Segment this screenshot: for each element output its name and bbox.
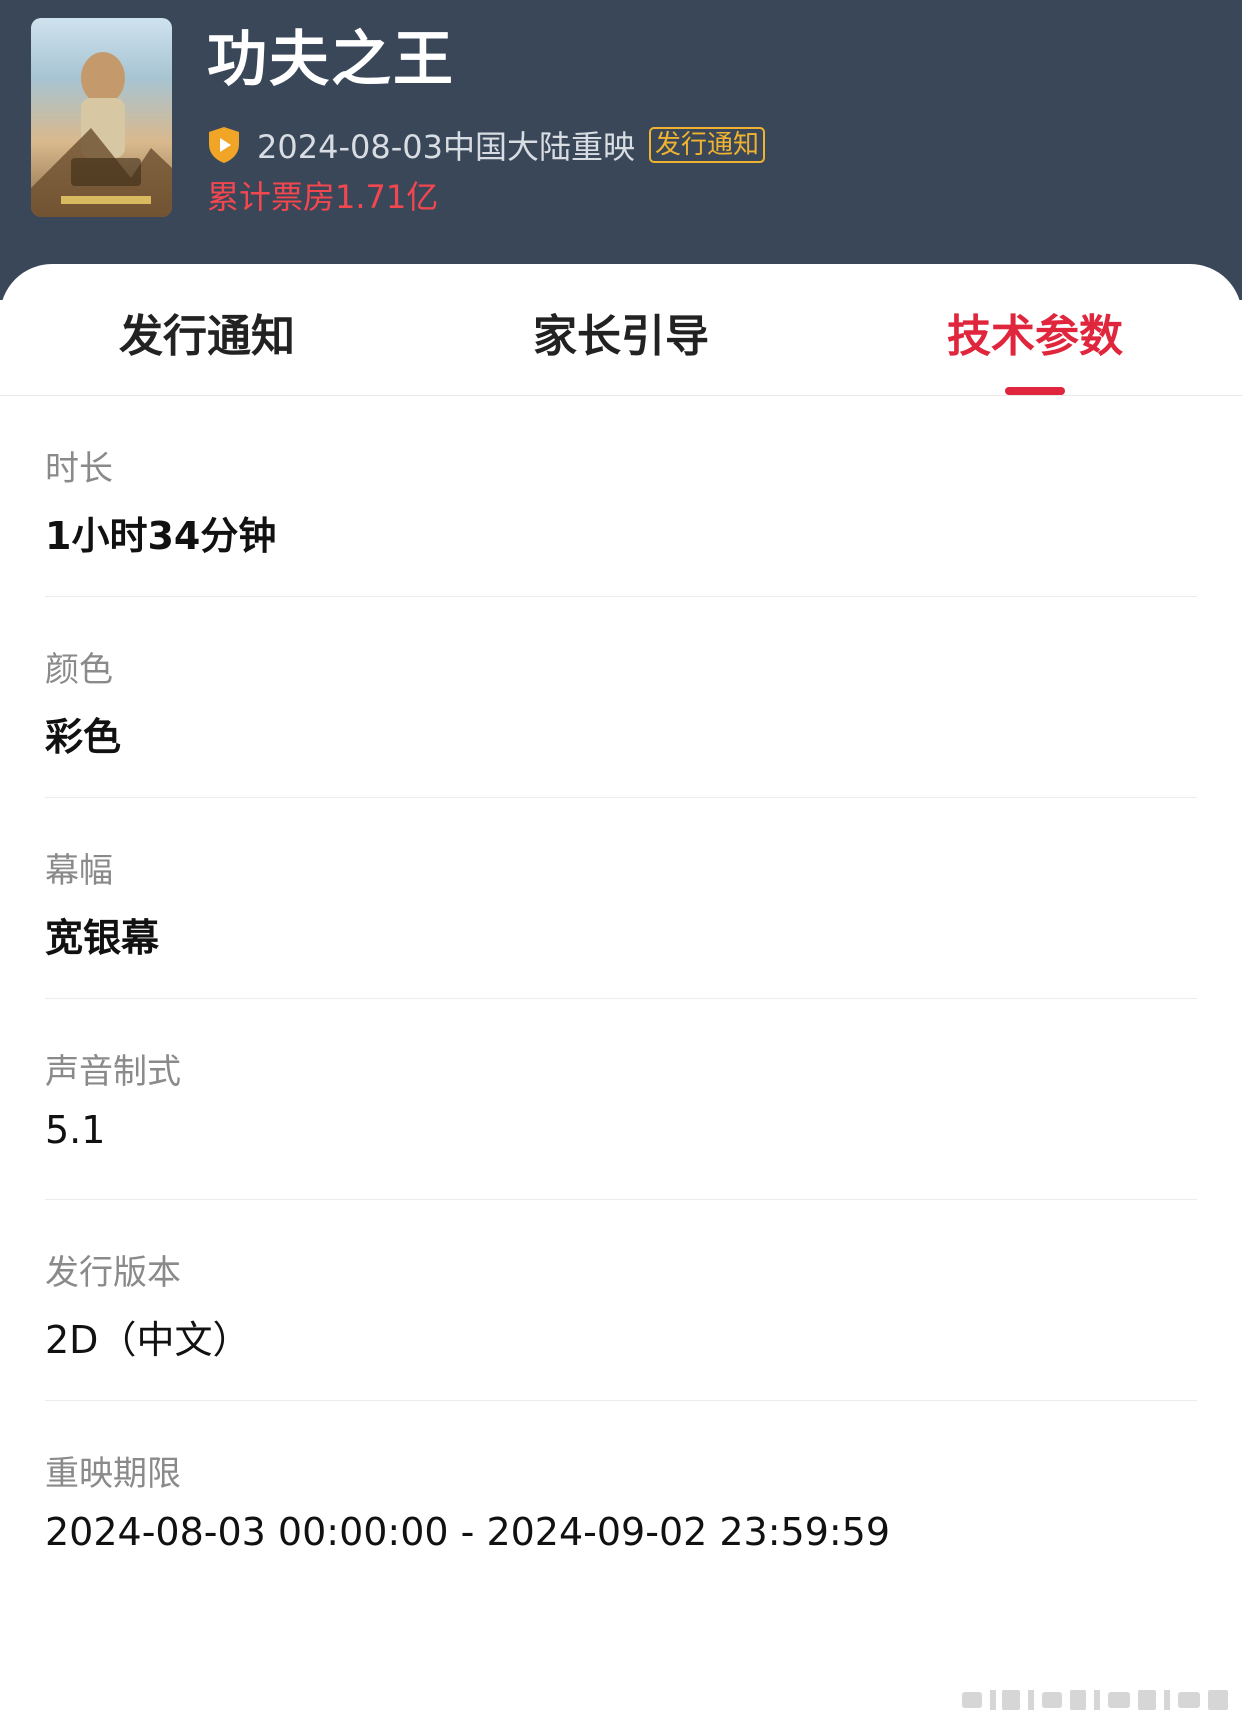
watermark-logo <box>962 1690 1228 1710</box>
shield-icon <box>209 127 239 163</box>
param-label: 时长 <box>45 449 113 489</box>
param-label: 发行版本 <box>45 1253 181 1293</box>
movie-title: 功夫之王 <box>207 25 455 95</box>
release-info: 2024-08-03中国大陆重映 <box>257 128 635 166</box>
release-notice-tag[interactable]: 发行通知 <box>648 127 765 163</box>
param-value: 彩色 <box>45 715 122 759</box>
param-duration: 时长 1小时34分钟 <box>45 395 1197 597</box>
active-tab-indicator <box>1005 387 1065 395</box>
tab-technical-params[interactable]: 技术参数 <box>885 300 1185 364</box>
param-value: 2024-08-03 00:00:00 - 2024-09-02 23:59:5… <box>45 1510 891 1554</box>
param-label: 声音制式 <box>45 1052 181 1092</box>
box-office-total: 累计票房1.71亿 <box>207 178 439 216</box>
content-card: 发行通知 家长引导 技术参数 时长 1小时34分钟 颜色 彩色 幕幅 宽银幕 声… <box>0 264 1242 1720</box>
param-value: 1小时34分钟 <box>45 514 277 558</box>
param-label: 幕幅 <box>45 851 113 891</box>
tab-bar: 发行通知 家长引导 技术参数 <box>0 264 1242 396</box>
movie-header: 功夫之王 2024-08-03中国大陆重映 发行通知 累计票房1.71亿 <box>0 0 1242 300</box>
movie-poster[interactable] <box>31 18 172 217</box>
poster-art <box>31 52 172 217</box>
param-value: 5.1 <box>45 1108 106 1152</box>
param-label: 重映期限 <box>45 1454 181 1494</box>
param-screen-format: 幕幅 宽银幕 <box>45 797 1197 999</box>
release-line: 2024-08-03中国大陆重映 发行通知 <box>207 124 765 166</box>
param-label: 颜色 <box>45 650 113 690</box>
param-value: 2D（中文） <box>45 1318 251 1362</box>
param-sound-format: 声音制式 5.1 <box>45 998 1197 1200</box>
tab-release-notice[interactable]: 发行通知 <box>57 300 357 364</box>
param-release-version: 发行版本 2D（中文） <box>45 1199 1197 1401</box>
param-value: 宽银幕 <box>45 916 160 960</box>
param-color: 颜色 彩色 <box>45 596 1197 798</box>
tab-parental-guide[interactable]: 家长引导 <box>471 300 771 364</box>
param-rerelease-period: 重映期限 2024-08-03 00:00:00 - 2024-09-02 23… <box>45 1400 1197 1601</box>
